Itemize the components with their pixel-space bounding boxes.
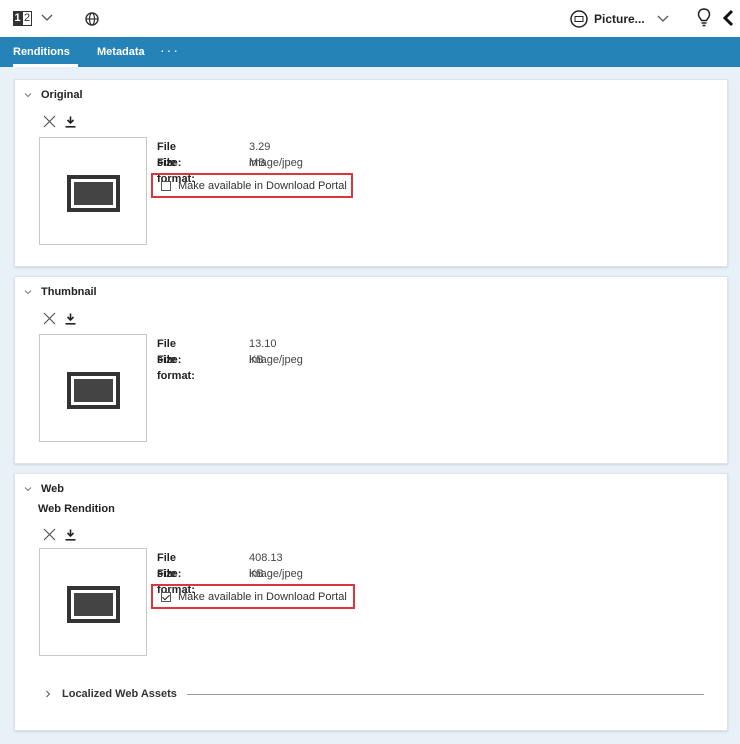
rendition-preview[interactable] bbox=[39, 137, 147, 245]
chevron-down-icon[interactable] bbox=[40, 11, 54, 25]
number-format-icon[interactable]: 1 2 bbox=[13, 11, 32, 26]
lightbulb-icon[interactable] bbox=[696, 8, 712, 28]
original-section: Original File size: 3.29 MB File format: i… bbox=[14, 79, 728, 267]
more-tabs-button[interactable]: ··· bbox=[160, 37, 180, 67]
picture-selector[interactable]: Picture... bbox=[570, 8, 669, 30]
globe-icon[interactable] bbox=[84, 11, 100, 27]
chevron-down-icon bbox=[24, 290, 32, 295]
file-format-value: image/jpeg bbox=[249, 568, 303, 580]
download-portal-checkbox[interactable] bbox=[161, 591, 171, 602]
chevron-down-icon bbox=[24, 487, 32, 492]
top-toolbar: 1 2 Picture... bbox=[0, 0, 740, 37]
localized-web-assets-label: Localized Web Assets bbox=[62, 688, 177, 700]
download-portal-checkbox[interactable] bbox=[161, 180, 171, 191]
download-portal-label: Make available in Download Portal bbox=[178, 179, 347, 192]
download-icon[interactable] bbox=[65, 313, 76, 325]
rendition-actions bbox=[43, 528, 76, 541]
rendition-preview[interactable] bbox=[39, 334, 147, 442]
back-icon[interactable] bbox=[721, 9, 735, 27]
close-icon[interactable] bbox=[43, 528, 56, 541]
number-digit-2: 2 bbox=[22, 11, 32, 26]
chevron-down-icon bbox=[657, 15, 669, 22]
web-header[interactable]: Web bbox=[23, 483, 64, 495]
picture-icon bbox=[570, 10, 588, 28]
download-portal-option[interactable]: Make available in Download Portal bbox=[151, 173, 353, 198]
tab-metadata[interactable]: Metadata bbox=[97, 37, 145, 67]
section-title: Web bbox=[41, 483, 65, 495]
file-format-value: image/jpeg bbox=[249, 354, 303, 366]
rendition-actions bbox=[43, 115, 76, 128]
thumbnail-header[interactable]: Thumbnail bbox=[23, 286, 97, 298]
localized-web-assets-toggle[interactable]: Localized Web Assets bbox=[44, 688, 704, 700]
chevron-right-icon bbox=[46, 690, 51, 698]
picture-label: Picture... bbox=[594, 12, 645, 26]
tab-bar: Renditions Metadata ··· bbox=[0, 37, 740, 67]
web-section: Web Web Rendition File size: 408.13 KB Fi… bbox=[14, 473, 728, 731]
close-icon[interactable] bbox=[43, 115, 56, 128]
download-icon[interactable] bbox=[65, 529, 76, 541]
download-portal-label: Make available in Download Portal bbox=[178, 590, 347, 603]
number-digit-1: 1 bbox=[13, 11, 22, 26]
original-header[interactable]: Original bbox=[23, 89, 83, 101]
download-icon[interactable] bbox=[65, 116, 76, 128]
rendition-preview[interactable] bbox=[39, 548, 147, 656]
file-format-label: File format: bbox=[157, 354, 195, 382]
section-title: Thumbnail bbox=[41, 286, 97, 298]
thumbnail-section: Thumbnail File size: 13.10 KB File format… bbox=[14, 276, 728, 464]
image-placeholder-icon bbox=[67, 586, 120, 623]
close-icon[interactable] bbox=[43, 312, 56, 325]
renditions-panel: Original File size: 3.29 MB File format: i… bbox=[0, 67, 740, 744]
chevron-down-icon bbox=[24, 93, 32, 98]
image-placeholder-icon bbox=[67, 175, 120, 212]
rendition-actions bbox=[43, 312, 76, 325]
divider bbox=[186, 693, 704, 695]
file-format-value: image/jpeg bbox=[249, 157, 303, 169]
download-portal-option[interactable]: Make available in Download Portal bbox=[151, 584, 355, 609]
image-placeholder-icon bbox=[67, 372, 120, 409]
web-rendition-title: Web Rendition bbox=[38, 503, 115, 515]
section-title: Original bbox=[41, 89, 83, 101]
tab-renditions[interactable]: Renditions bbox=[13, 37, 78, 67]
